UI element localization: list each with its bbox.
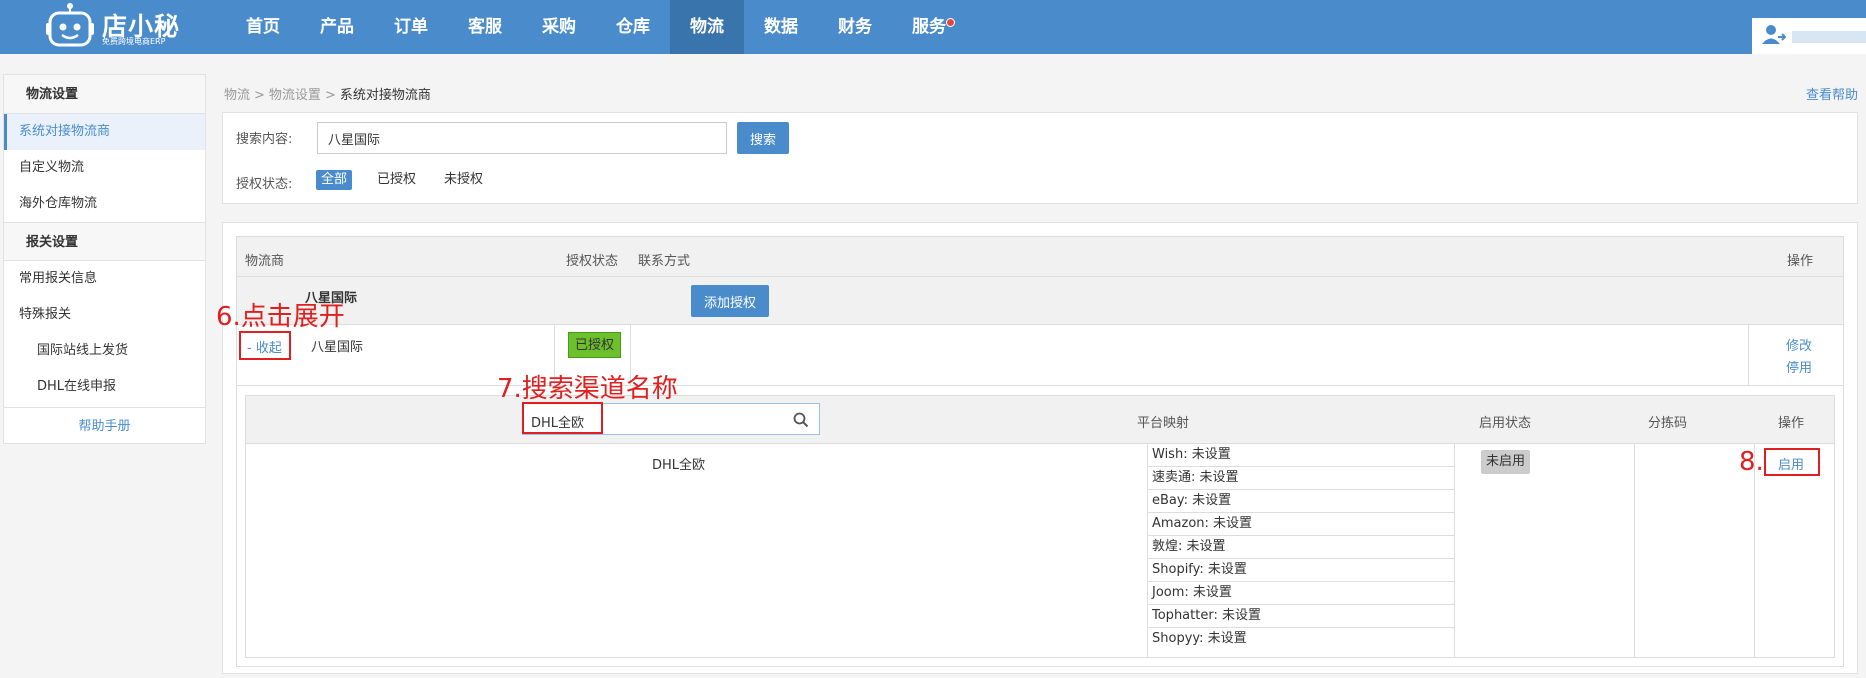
col-auth-status: 授权状态 — [566, 254, 619, 269]
main-nav: 首页 产品 订单 客服 采购 仓库 物流 数据 财务 服务 — [226, 0, 966, 54]
help-manual-link[interactable]: 帮助手册 — [4, 407, 205, 445]
divider — [1748, 325, 1749, 386]
mapping-shopyy: Shopyy: 未设置 — [1152, 631, 1247, 646]
mapping-wish: Wish: 未设置 — [1148, 444, 1454, 467]
divider — [1454, 444, 1455, 657]
search-input[interactable] — [317, 122, 727, 154]
sidebar-section-customs: 报关设置 — [4, 222, 205, 261]
col-operation: 操作 — [1787, 254, 1814, 269]
logo-slogan: 免费跨境电商ERP — [102, 37, 166, 46]
col-channel-operation: 操作 — [1778, 416, 1805, 431]
mapping-amazon: Amazon: 未设置 — [1148, 513, 1454, 536]
user-name-redacted — [1792, 31, 1866, 43]
sidebar-item-common-customs[interactable]: 常用报关信息 — [4, 261, 205, 297]
search-button[interactable]: 搜索 — [737, 122, 789, 154]
add-authorization-button[interactable]: 添加授权 — [691, 285, 769, 317]
breadcrumb-logistics-settings[interactable]: 物流设置 — [269, 88, 321, 103]
filter-all[interactable]: 全部 — [316, 170, 353, 190]
nav-customer-service[interactable]: 客服 — [448, 0, 522, 54]
mapping-tophatter: Tophatter: 未设置 — [1148, 605, 1454, 628]
divider — [1634, 444, 1635, 657]
search-panel: 搜索内容: 搜索 授权状态: 全部 已授权 未授权 — [222, 112, 1858, 204]
sidebar-item-custom-logistics[interactable]: 自定义物流 — [4, 150, 205, 186]
logo[interactable]: 店小秘 免费跨境电商ERP — [46, 3, 186, 49]
filter-unauthorized[interactable]: 未授权 — [439, 170, 488, 190]
col-platform-mapping: 平台映射 — [1137, 416, 1190, 431]
nav-products[interactable]: 产品 — [300, 0, 374, 54]
user-menu[interactable] — [1752, 18, 1866, 54]
col-carrier: 物流商 — [245, 254, 285, 269]
nav-home[interactable]: 首页 — [226, 0, 300, 54]
carrier-panel: 物流商 授权状态 联系方式 操作 八星国际 添加授权 - 收起 八星国际 已授权… — [222, 222, 1858, 674]
auth-status-label: 授权状态: — [236, 177, 293, 192]
disabled-status-badge: 未启用 — [1481, 450, 1531, 474]
annotation-step6: 6.点击展开 — [216, 302, 345, 332]
notification-dot — [946, 18, 955, 27]
edit-link[interactable]: 修改 — [1786, 335, 1812, 354]
sidebar-section-logistics: 物流设置 — [4, 75, 205, 114]
sidebar-item-overseas-warehouse[interactable]: 海外仓库物流 — [4, 186, 205, 222]
sidebar-item-special-customs[interactable]: 特殊报关 — [4, 297, 205, 333]
carrier-group-row: 八星国际 添加授权 — [237, 277, 1843, 325]
authorized-badge: 已授权 — [568, 332, 622, 358]
col-contact: 联系方式 — [638, 254, 691, 269]
view-help-link[interactable]: 查看帮助 — [1806, 84, 1858, 103]
nav-logistics[interactable]: 物流 — [670, 0, 744, 54]
col-enable-status: 启用状态 — [1479, 416, 1532, 431]
user-icon — [1762, 25, 1787, 44]
nav-purchasing[interactable]: 采购 — [522, 0, 596, 54]
col-sort-code: 分拣码 — [1648, 416, 1688, 431]
mapping-joom: Joom: 未设置 — [1148, 582, 1454, 605]
nav-finance[interactable]: 财务 — [818, 0, 892, 54]
carrier-table-header: 物流商 授权状态 联系方式 操作 — [237, 237, 1843, 277]
filter-authorized[interactable]: 已授权 — [372, 170, 421, 190]
annotation-box-collapse — [239, 331, 291, 360]
breadcrumb-current: 系统对接物流商 — [339, 88, 431, 103]
sidebar-item-dhl-online-declaration[interactable]: DHL在线申报 — [4, 369, 205, 405]
breadcrumb: 物流 > 物流设置 > 系统对接物流商 — [224, 88, 431, 103]
mapping-ebay: eBay: 未设置 — [1148, 490, 1454, 513]
search-icon[interactable] — [793, 412, 809, 428]
annotation-box-enable — [1764, 448, 1820, 476]
search-label: 搜索内容: — [236, 132, 293, 147]
mapping-shopify: Shopify: 未设置 — [1148, 559, 1454, 582]
channel-row: DHL全欧 Wish: 未设置 速卖通: 未设置 eBay: 未设置 Amazo… — [246, 444, 1834, 657]
carrier-name: 八星国际 — [311, 340, 364, 355]
channel-table-header: DHL全欧 平台映射 启用状态 分拣码 操作 — [246, 396, 1834, 444]
carrier-table: 物流商 授权状态 联系方式 操作 八星国际 添加授权 - 收起 八星国际 已授权… — [236, 236, 1844, 667]
table-row: - 收起 八星国际 已授权 修改 停用 — [237, 325, 1843, 386]
annotation-step7: 7.搜索渠道名称 — [497, 374, 678, 404]
disable-link[interactable]: 停用 — [1786, 357, 1812, 376]
top-navbar: 店小秘 免费跨境电商ERP 首页 产品 订单 客服 采购 仓库 物流 数据 财务… — [0, 0, 1866, 54]
sidebar: 物流设置 系统对接物流商 自定义物流 海外仓库物流 报关设置 常用报关信息 特殊… — [3, 74, 206, 444]
annotation-step8: 8. — [1739, 447, 1764, 477]
sidebar-item-intl-online-shipping[interactable]: 国际站线上发货 — [4, 333, 205, 369]
nav-warehouse[interactable]: 仓库 — [596, 0, 670, 54]
nav-orders[interactable]: 订单 — [374, 0, 448, 54]
sidebar-item-system-carriers[interactable]: 系统对接物流商 — [4, 114, 205, 150]
annotation-box-channel-search — [522, 402, 603, 434]
nav-data[interactable]: 数据 — [744, 0, 818, 54]
mapping-dhgate: 敦煌: 未设置 — [1148, 536, 1454, 559]
breadcrumb-logistics[interactable]: 物流 — [224, 88, 250, 103]
mapping-aliexpress: 速卖通: 未设置 — [1148, 467, 1454, 490]
robot-logo-icon — [46, 3, 94, 47]
channel-name: DHL全欧 — [652, 458, 706, 473]
nav-services[interactable]: 服务 — [892, 0, 966, 54]
channel-table: DHL全欧 平台映射 启用状态 分拣码 操作 DHL全欧 Wish: 未设置 速… — [245, 395, 1835, 658]
